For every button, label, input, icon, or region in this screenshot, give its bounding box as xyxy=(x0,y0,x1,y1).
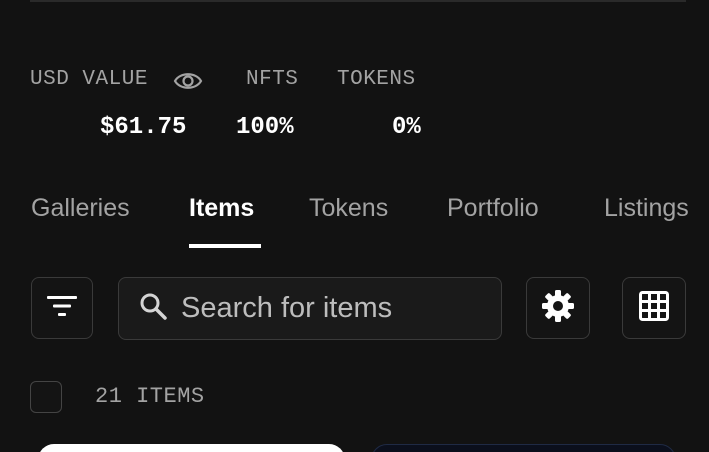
tokens-value: 0% xyxy=(392,114,421,141)
items-count: 21 ITEMS xyxy=(95,384,205,409)
tab-tokens[interactable]: Tokens xyxy=(309,194,388,223)
top-divider xyxy=(30,0,686,2)
tab-listings[interactable]: Listings xyxy=(604,194,689,223)
item-card[interactable] xyxy=(371,444,676,452)
usd-value-label: USD VALUE xyxy=(30,68,148,91)
tab-portfolio[interactable]: Portfolio xyxy=(447,194,539,223)
item-card[interactable] xyxy=(38,444,345,452)
tab-galleries[interactable]: Galleries xyxy=(31,194,130,223)
filter-icon xyxy=(47,294,77,323)
tab-items[interactable]: Items xyxy=(189,194,254,223)
search-icon xyxy=(139,292,167,325)
tokens-label: TOKENS xyxy=(337,68,416,91)
nfts-value: 100% xyxy=(236,114,294,141)
gear-icon xyxy=(541,289,575,328)
search-box[interactable] xyxy=(118,277,502,340)
search-input[interactable] xyxy=(179,291,483,326)
active-tab-indicator xyxy=(189,244,261,248)
filter-button[interactable] xyxy=(31,277,93,339)
usd-value: $61.75 xyxy=(100,114,187,141)
grid-view-button[interactable] xyxy=(622,277,686,339)
nfts-label: NFTS xyxy=(246,68,299,91)
settings-button[interactable] xyxy=(526,277,590,339)
grid-icon xyxy=(639,290,669,326)
select-all-checkbox[interactable] xyxy=(30,381,62,413)
eye-icon[interactable] xyxy=(173,68,203,94)
